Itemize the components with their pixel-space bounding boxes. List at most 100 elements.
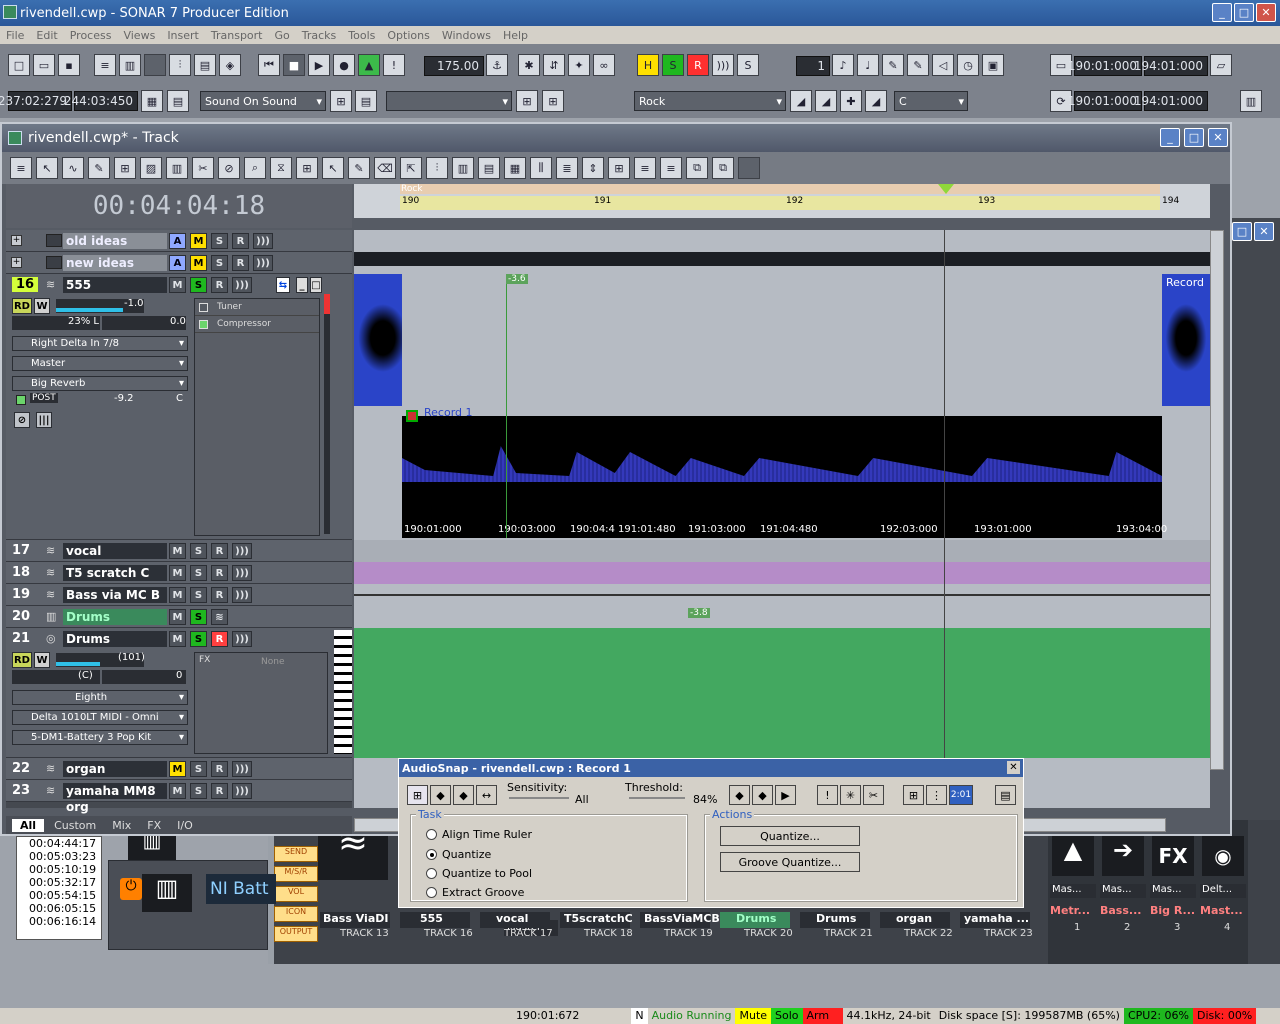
step-record-icon[interactable]: ✎ [882, 54, 904, 76]
panic-icon[interactable]: ! [383, 54, 405, 76]
staff-view-icon[interactable] [144, 54, 166, 76]
read-automation-button[interactable]: RD [12, 298, 32, 314]
track-22[interactable]: 22 ≋ organ M S R ))) [6, 758, 352, 780]
quantize-select[interactable]: Eighth [12, 690, 188, 705]
status-arm[interactable]: Arm [802, 1008, 843, 1024]
send-enable-checkbox[interactable] [16, 395, 26, 405]
mute-button[interactable]: M [169, 761, 186, 777]
echo-button[interactable]: ))) [232, 631, 252, 647]
options-icon[interactable]: ▤ [995, 785, 1016, 805]
envelope-icon[interactable]: ▦ [504, 157, 526, 179]
global-solo-icon[interactable]: S [662, 54, 684, 76]
remove-icon[interactable]: ✂ [863, 785, 884, 805]
record-icon[interactable]: ● [333, 54, 355, 76]
task-align-time-ruler[interactable]: Align Time Ruler [426, 824, 532, 844]
event-list-icon[interactable]: ▤ [194, 54, 216, 76]
folder-old-ideas[interactable]: + old ideas A M S R ))) [6, 230, 352, 252]
track-23[interactable]: 23 ≋ yamaha MM8 org M S R ))) [6, 780, 352, 814]
audiosnap-enable-icon[interactable]: ⊞ [407, 785, 428, 805]
marker-time[interactable]: 00:05:03:23 [29, 850, 101, 863]
mute-button[interactable]: M [169, 587, 186, 603]
menu-help[interactable]: Help [497, 29, 534, 42]
rewind-icon[interactable]: ⏮ [258, 54, 280, 76]
marker-icon[interactable]: ✦ [568, 54, 590, 76]
solo-button[interactable]: S [190, 543, 207, 559]
snap-icon[interactable]: ✱ [518, 54, 540, 76]
read-automation-button[interactable]: RD [12, 652, 32, 668]
marker-time[interactable]: 00:06:05:15 [29, 902, 101, 915]
track-name[interactable]: 555 [63, 277, 167, 293]
task-quantize-to-pool[interactable]: Quantize to Pool [426, 863, 532, 883]
collapse-icon[interactable]: ⧉ [712, 157, 734, 179]
fx-tuner[interactable]: Tuner [195, 299, 319, 316]
pencil-icon[interactable]: ✎ [348, 157, 370, 179]
record-mode-select[interactable]: Sound On Sound [200, 91, 326, 111]
bars-icon[interactable]: ▤ [478, 157, 500, 179]
menu-tracks[interactable]: Tracks [296, 29, 343, 42]
send-level[interactable]: -9.2 [114, 393, 134, 404]
track-16[interactable]: 16 ≋ 555 M S R ))) ⇆ _ □ RD W -1.0 23% L… [6, 274, 352, 540]
track-icon-toggle[interactable]: ⇆ [276, 277, 290, 293]
track-view-minimize-button[interactable]: _ [1160, 128, 1180, 147]
bus-2-output[interactable]: Mas... [1100, 884, 1146, 898]
scissors-icon[interactable]: ✂ [192, 157, 214, 179]
sync-icon[interactable]: ▤ [355, 90, 377, 112]
select-tool-icon[interactable]: ↖ [322, 157, 344, 179]
solo-button[interactable]: S [190, 761, 207, 777]
track-21[interactable]: 21 ◎ Drums M S R ))) RD W (101) (C) 0 Ei… [6, 628, 352, 758]
mute-tool-icon[interactable]: ⊘ [218, 157, 240, 179]
loop-icon[interactable]: ∞ [593, 54, 615, 76]
echo-button[interactable]: ))) [232, 277, 252, 293]
tab-io[interactable]: I/O [171, 819, 199, 832]
arm-button[interactable]: R [232, 255, 249, 271]
loop-start-display[interactable]: 190:01:000 [1068, 56, 1142, 76]
clip-drums-midi[interactable] [354, 628, 1210, 758]
metronome-icon[interactable]: ▲ [358, 54, 380, 76]
erase-icon[interactable]: ⌫ [374, 157, 396, 179]
status-mute[interactable]: Mute [735, 1008, 772, 1024]
track-name[interactable]: vocal [63, 543, 167, 559]
tab-mix[interactable]: Mix [106, 819, 137, 832]
menu-views[interactable]: Views [117, 29, 161, 42]
open-icon[interactable]: ▭ [33, 54, 55, 76]
record-mode-icon[interactable]: ▤ [167, 90, 189, 112]
folder-new-ideas[interactable]: + new ideas A M S R ))) [6, 252, 352, 274]
midi-input-select[interactable]: Delta 1010LT MIDI - Omni [12, 710, 188, 725]
play-icon[interactable]: ▶ [308, 54, 330, 76]
send-pan[interactable]: C [176, 393, 183, 404]
trim-value[interactable]: 0 [176, 670, 182, 681]
punch-end-display[interactable]: 194:01:000 [1134, 91, 1208, 111]
echo-button[interactable]: ))) [232, 761, 252, 777]
clip-t5-scratch[interactable] [354, 562, 1210, 584]
menu-options[interactable]: Options [381, 29, 435, 42]
quantize-icon[interactable]: ⊞ [516, 90, 538, 112]
marker-time[interactable]: 00:05:10:19 [29, 863, 101, 876]
pan-value[interactable]: 23% L [68, 316, 99, 327]
solo-button[interactable]: S [190, 277, 207, 293]
arm-button[interactable]: R [211, 783, 228, 799]
bus-4-output[interactable]: Delt... [1200, 884, 1246, 898]
promote-icon[interactable]: ! [817, 785, 838, 805]
arm-button[interactable]: R [211, 587, 228, 603]
track-name[interactable]: T5 scratch C [63, 565, 167, 581]
columns-icon[interactable]: ▥ [166, 157, 188, 179]
track-name[interactable]: yamaha MM8 org [63, 783, 167, 814]
stretch-icon[interactable]: ↔ [476, 785, 497, 805]
console-view-icon[interactable]: ⫶ [169, 54, 191, 76]
marker-next-icon[interactable]: ◢ [815, 90, 837, 112]
track-name[interactable]: Drums [63, 631, 167, 647]
midi-output-select[interactable]: 5-DM1-Battery 3 Pop Kit [12, 730, 188, 745]
note-length-icon[interactable]: ♩ [857, 54, 879, 76]
minimize-button[interactable]: _ [1212, 3, 1232, 22]
next-transient-icon[interactable]: ◆ [752, 785, 773, 805]
save-icon[interactable]: ▪ [58, 54, 80, 76]
solo-button[interactable]: S [190, 783, 207, 799]
marker-edit-icon[interactable]: ◢ [865, 90, 887, 112]
solo-button[interactable]: S [211, 233, 228, 249]
step-icon[interactable]: ⇱ [400, 157, 422, 179]
grid-snap-icon[interactable]: ⊞ [903, 785, 924, 805]
echo-button[interactable]: ))) [232, 587, 252, 603]
mute-button[interactable]: M [169, 543, 186, 559]
track-name[interactable]: Bass via MC B [63, 587, 167, 603]
echo-button[interactable]: ))) [232, 783, 252, 799]
